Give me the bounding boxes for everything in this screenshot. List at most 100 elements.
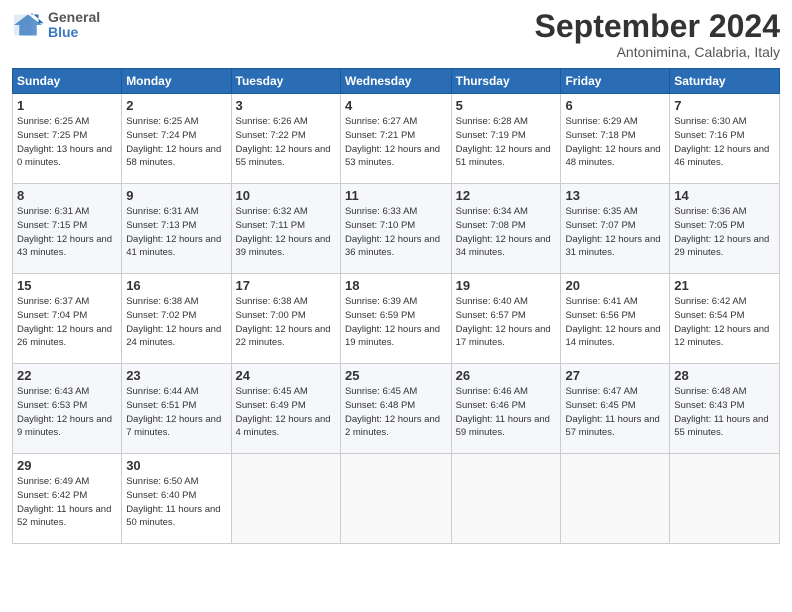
day-number: 19 (456, 278, 557, 293)
table-row: 25 Sunrise: 6:45 AMSunset: 6:48 PMDaylig… (340, 364, 451, 454)
table-row: 18 Sunrise: 6:39 AMSunset: 6:59 PMDaylig… (340, 274, 451, 364)
table-row: 21 Sunrise: 6:42 AMSunset: 6:54 PMDaylig… (670, 274, 780, 364)
col-monday: Monday (122, 69, 231, 94)
day-info: Sunrise: 6:28 AMSunset: 7:19 PMDaylight:… (456, 116, 551, 168)
calendar-table: Sunday Monday Tuesday Wednesday Thursday… (12, 68, 780, 544)
logo-icon (12, 11, 44, 39)
month-title: September 2024 (535, 10, 780, 42)
col-wednesday: Wednesday (340, 69, 451, 94)
day-number: 17 (236, 278, 336, 293)
table-row: 13 Sunrise: 6:35 AMSunset: 7:07 PMDaylig… (561, 184, 670, 274)
table-row: 14 Sunrise: 6:36 AMSunset: 7:05 PMDaylig… (670, 184, 780, 274)
day-number: 11 (345, 188, 447, 203)
table-row (561, 454, 670, 544)
col-sunday: Sunday (13, 69, 122, 94)
day-number: 25 (345, 368, 447, 383)
table-row: 3 Sunrise: 6:26 AMSunset: 7:22 PMDayligh… (231, 94, 340, 184)
calendar-week-2: 8 Sunrise: 6:31 AMSunset: 7:15 PMDayligh… (13, 184, 780, 274)
day-number: 30 (126, 458, 226, 473)
day-number: 4 (345, 98, 447, 113)
day-info: Sunrise: 6:27 AMSunset: 7:21 PMDaylight:… (345, 116, 440, 168)
day-number: 7 (674, 98, 775, 113)
header-row: Sunday Monday Tuesday Wednesday Thursday… (13, 69, 780, 94)
calendar-week-5: 29 Sunrise: 6:49 AMSunset: 6:42 PMDaylig… (13, 454, 780, 544)
table-row: 30 Sunrise: 6:50 AMSunset: 6:40 PMDaylig… (122, 454, 231, 544)
calendar-body: 1 Sunrise: 6:25 AMSunset: 7:25 PMDayligh… (13, 94, 780, 544)
day-number: 14 (674, 188, 775, 203)
day-info: Sunrise: 6:31 AMSunset: 7:13 PMDaylight:… (126, 206, 221, 258)
day-number: 1 (17, 98, 117, 113)
day-number: 22 (17, 368, 117, 383)
table-row: 6 Sunrise: 6:29 AMSunset: 7:18 PMDayligh… (561, 94, 670, 184)
col-tuesday: Tuesday (231, 69, 340, 94)
table-row (340, 454, 451, 544)
day-info: Sunrise: 6:46 AMSunset: 6:46 PMDaylight:… (456, 386, 550, 438)
table-row: 5 Sunrise: 6:28 AMSunset: 7:19 PMDayligh… (451, 94, 561, 184)
day-number: 8 (17, 188, 117, 203)
table-row: 17 Sunrise: 6:38 AMSunset: 7:00 PMDaylig… (231, 274, 340, 364)
logo: General Blue (12, 10, 100, 41)
day-number: 16 (126, 278, 226, 293)
day-number: 5 (456, 98, 557, 113)
calendar-week-1: 1 Sunrise: 6:25 AMSunset: 7:25 PMDayligh… (13, 94, 780, 184)
col-saturday: Saturday (670, 69, 780, 94)
table-row: 8 Sunrise: 6:31 AMSunset: 7:15 PMDayligh… (13, 184, 122, 274)
logo-line2: Blue (48, 25, 100, 40)
day-info: Sunrise: 6:26 AMSunset: 7:22 PMDaylight:… (236, 116, 331, 168)
day-info: Sunrise: 6:45 AMSunset: 6:49 PMDaylight:… (236, 386, 331, 438)
day-info: Sunrise: 6:34 AMSunset: 7:08 PMDaylight:… (456, 206, 551, 258)
day-info: Sunrise: 6:49 AMSunset: 6:42 PMDaylight:… (17, 476, 111, 528)
table-row: 26 Sunrise: 6:46 AMSunset: 6:46 PMDaylig… (451, 364, 561, 454)
calendar-week-3: 15 Sunrise: 6:37 AMSunset: 7:04 PMDaylig… (13, 274, 780, 364)
day-info: Sunrise: 6:38 AMSunset: 7:02 PMDaylight:… (126, 296, 221, 348)
day-number: 10 (236, 188, 336, 203)
day-info: Sunrise: 6:31 AMSunset: 7:15 PMDaylight:… (17, 206, 112, 258)
table-row: 2 Sunrise: 6:25 AMSunset: 7:24 PMDayligh… (122, 94, 231, 184)
col-friday: Friday (561, 69, 670, 94)
day-info: Sunrise: 6:41 AMSunset: 6:56 PMDaylight:… (565, 296, 660, 348)
day-number: 28 (674, 368, 775, 383)
day-info: Sunrise: 6:38 AMSunset: 7:00 PMDaylight:… (236, 296, 331, 348)
day-info: Sunrise: 6:35 AMSunset: 7:07 PMDaylight:… (565, 206, 660, 258)
table-row: 22 Sunrise: 6:43 AMSunset: 6:53 PMDaylig… (13, 364, 122, 454)
day-info: Sunrise: 6:40 AMSunset: 6:57 PMDaylight:… (456, 296, 551, 348)
day-info: Sunrise: 6:47 AMSunset: 6:45 PMDaylight:… (565, 386, 659, 438)
table-row: 10 Sunrise: 6:32 AMSunset: 7:11 PMDaylig… (231, 184, 340, 274)
calendar-week-4: 22 Sunrise: 6:43 AMSunset: 6:53 PMDaylig… (13, 364, 780, 454)
col-thursday: Thursday (451, 69, 561, 94)
day-info: Sunrise: 6:36 AMSunset: 7:05 PMDaylight:… (674, 206, 769, 258)
table-row (670, 454, 780, 544)
table-row: 27 Sunrise: 6:47 AMSunset: 6:45 PMDaylig… (561, 364, 670, 454)
table-row: 4 Sunrise: 6:27 AMSunset: 7:21 PMDayligh… (340, 94, 451, 184)
table-row: 12 Sunrise: 6:34 AMSunset: 7:08 PMDaylig… (451, 184, 561, 274)
day-number: 29 (17, 458, 117, 473)
day-info: Sunrise: 6:29 AMSunset: 7:18 PMDaylight:… (565, 116, 660, 168)
table-row: 23 Sunrise: 6:44 AMSunset: 6:51 PMDaylig… (122, 364, 231, 454)
table-row: 1 Sunrise: 6:25 AMSunset: 7:25 PMDayligh… (13, 94, 122, 184)
location: Antonimina, Calabria, Italy (535, 44, 780, 60)
day-number: 18 (345, 278, 447, 293)
day-number: 3 (236, 98, 336, 113)
day-number: 24 (236, 368, 336, 383)
table-row: 9 Sunrise: 6:31 AMSunset: 7:13 PMDayligh… (122, 184, 231, 274)
table-row: 7 Sunrise: 6:30 AMSunset: 7:16 PMDayligh… (670, 94, 780, 184)
table-row: 24 Sunrise: 6:45 AMSunset: 6:49 PMDaylig… (231, 364, 340, 454)
logo-text: General Blue (48, 10, 100, 41)
day-number: 9 (126, 188, 226, 203)
table-row: 11 Sunrise: 6:33 AMSunset: 7:10 PMDaylig… (340, 184, 451, 274)
calendar-header: Sunday Monday Tuesday Wednesday Thursday… (13, 69, 780, 94)
day-info: Sunrise: 6:32 AMSunset: 7:11 PMDaylight:… (236, 206, 331, 258)
logo-line1: General (48, 10, 100, 25)
day-number: 27 (565, 368, 665, 383)
table-row: 19 Sunrise: 6:40 AMSunset: 6:57 PMDaylig… (451, 274, 561, 364)
title-block: September 2024 Antonimina, Calabria, Ita… (535, 10, 780, 60)
day-info: Sunrise: 6:42 AMSunset: 6:54 PMDaylight:… (674, 296, 769, 348)
day-info: Sunrise: 6:43 AMSunset: 6:53 PMDaylight:… (17, 386, 112, 438)
day-info: Sunrise: 6:25 AMSunset: 7:25 PMDaylight:… (17, 116, 112, 168)
day-number: 13 (565, 188, 665, 203)
day-info: Sunrise: 6:37 AMSunset: 7:04 PMDaylight:… (17, 296, 112, 348)
day-number: 26 (456, 368, 557, 383)
header: General Blue September 2024 Antonimina, … (12, 10, 780, 60)
day-info: Sunrise: 6:48 AMSunset: 6:43 PMDaylight:… (674, 386, 768, 438)
day-info: Sunrise: 6:33 AMSunset: 7:10 PMDaylight:… (345, 206, 440, 258)
